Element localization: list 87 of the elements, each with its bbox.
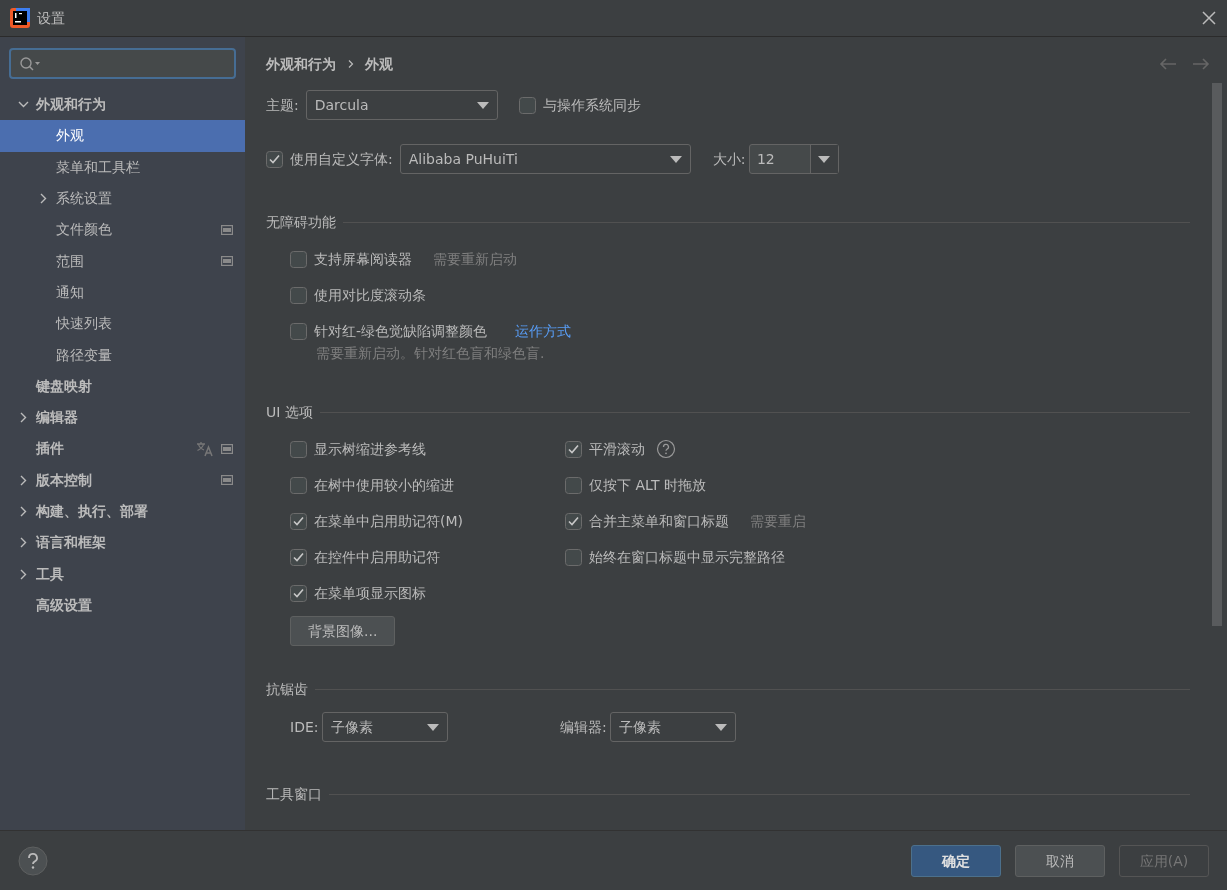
dropdown[interactable]: 子像素	[610, 712, 737, 742]
field-label: 大小:	[712, 149, 746, 169]
hint-text: 需要重新启动。针对红色盲和绿色盲.	[315, 344, 546, 363]
checkbox[interactable]	[290, 440, 307, 458]
checkbox[interactable]	[290, 250, 307, 268]
checkbox-label: 针对红-绿色觉缺陷调整颜色	[314, 321, 488, 341]
checkbox-label: 在控件中启用助记符	[314, 547, 440, 567]
sidebar-item[interactable]: 通知	[0, 276, 245, 309]
sidebar-item[interactable]: 外观	[0, 120, 245, 152]
breadcrumb-separator-icon	[346, 59, 355, 69]
hint-text: 需要重启	[750, 511, 806, 531]
sidebar-item[interactable]: 插件	[0, 433, 245, 465]
breadcrumb-item[interactable]: 外观和行为	[266, 53, 336, 75]
checkbox-label: 使用对比度滚动条	[314, 285, 426, 305]
collapse-chevron-icon[interactable]	[18, 537, 29, 549]
search-field[interactable]	[9, 48, 236, 79]
sidebar-item[interactable]: 语言和框架	[0, 527, 245, 559]
font-dropdown[interactable]: Alibaba PuHuiTi	[399, 144, 691, 174]
scrollbar-thumb[interactable]	[1212, 83, 1222, 626]
field-label: 主题:	[266, 95, 299, 115]
section-title: 抗锯齿	[266, 680, 308, 699]
cancel-button[interactable]: 取消	[1015, 844, 1105, 877]
close-icon[interactable]	[1201, 10, 1217, 26]
checkbox[interactable]	[565, 476, 582, 494]
collapse-chevron-icon[interactable]	[18, 568, 29, 580]
section-title: 工具窗口	[266, 785, 322, 804]
collapse-chevron-icon[interactable]	[18, 474, 29, 486]
checkbox-label: 在菜单中启用助记符(M)	[314, 511, 463, 531]
caret-icon	[476, 101, 489, 109]
caret-icon	[669, 155, 682, 163]
checkbox-label: 与操作系统同步	[542, 95, 641, 115]
checkbox-label: 支持屏幕阅读器	[314, 249, 412, 269]
sidebar-item[interactable]: 路径变量	[0, 339, 245, 371]
size-combobox[interactable]: 12	[748, 144, 839, 174]
checkbox[interactable]	[565, 548, 582, 566]
search-icon[interactable]	[19, 55, 41, 72]
sidebar-item[interactable]: 工具	[0, 558, 245, 590]
link[interactable]: 运作方式	[515, 320, 572, 342]
field-label: IDE:	[290, 717, 319, 737]
checkbox[interactable]	[290, 548, 307, 566]
checkbox-label: 仅按下 ALT 时拖放	[589, 475, 706, 495]
sidebar-item[interactable]: 版本控制	[0, 464, 245, 496]
sidebar-item[interactable]: 编辑器	[0, 401, 245, 434]
sidebar-item[interactable]: 外观和行为	[0, 89, 245, 121]
breadcrumb-item[interactable]: 外观	[365, 53, 393, 75]
caret-icon	[427, 723, 439, 731]
theme-dropdown[interactable]: Darcula	[305, 90, 498, 120]
collapse-chevron-icon[interactable]	[18, 506, 29, 517]
caret-icon[interactable]	[818, 155, 831, 163]
checkbox[interactable]	[290, 286, 307, 304]
checkbox[interactable]	[290, 322, 307, 340]
sidebar-item[interactable]: 高级设置	[0, 589, 245, 622]
sidebar-item[interactable]: 构建、执行、部署	[0, 495, 245, 528]
checkbox[interactable]	[565, 440, 582, 458]
help-icon[interactable]	[18, 845, 48, 876]
section-title: 无障碍功能	[266, 213, 336, 232]
collapse-chevron-icon[interactable]	[18, 412, 29, 424]
collapse-chevron-icon[interactable]	[38, 193, 49, 205]
checkbox-label: 平滑滚动	[589, 439, 645, 459]
checkbox-label: 在菜单项显示图标	[314, 583, 426, 603]
sidebar-item[interactable]: 菜单和工具栏	[0, 151, 245, 183]
checkbox-label: 合并主菜单和窗口标题	[589, 511, 729, 531]
dropdown[interactable]: 子像素	[322, 712, 448, 742]
sidebar-item[interactable]: 键盘映射	[0, 370, 245, 402]
checkbox-label: 显示树缩进参考线	[314, 439, 426, 459]
checkbox-label: 使用自定义字体:	[290, 149, 393, 169]
checkbox[interactable]	[290, 476, 307, 494]
sidebar-item[interactable]: 文件颜色	[0, 214, 245, 246]
app-logo-icon	[10, 8, 30, 28]
sidebar-item[interactable]: 快速列表	[0, 308, 245, 340]
checkbox[interactable]	[266, 150, 283, 168]
field-label: 编辑器:	[560, 717, 607, 737]
help-icon[interactable]	[656, 439, 676, 459]
window-title: 设置	[37, 8, 65, 28]
checkbox-label: 始终在窗口标题中显示完整路径	[589, 547, 785, 567]
hint-text: 需要重新启动	[433, 249, 517, 269]
ok-button[interactable]: 确定	[911, 844, 1001, 877]
section-title: UI 选项	[266, 403, 313, 422]
sidebar-item[interactable]: 范围	[0, 245, 245, 277]
checkbox[interactable]	[565, 512, 582, 530]
checkbox[interactable]	[518, 96, 536, 114]
checkbox[interactable]	[290, 512, 307, 530]
sidebar-item[interactable]: 系统设置	[0, 182, 245, 215]
checkbox[interactable]	[290, 584, 307, 602]
caret-icon	[715, 723, 728, 731]
checkbox-label: 在树中使用较小的缩进	[314, 475, 454, 495]
background-image-button[interactable]: 背景图像...	[290, 616, 396, 646]
